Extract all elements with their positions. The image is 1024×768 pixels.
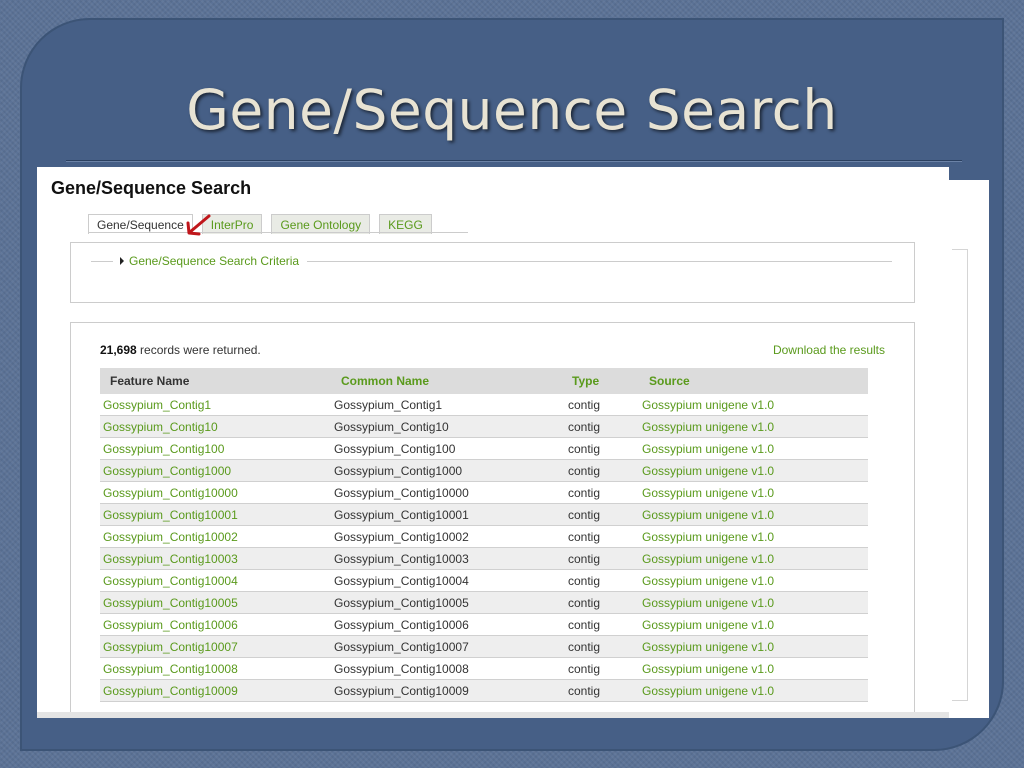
type-cell: contig [562, 415, 639, 438]
criteria-divider-left [91, 261, 113, 262]
type-cell: contig [562, 394, 639, 416]
common-name-cell: Gossypium_Contig1000 [331, 459, 562, 482]
source-link[interactable]: Gossypium unigene v1.0 [639, 591, 868, 614]
type-cell: contig [562, 547, 639, 570]
common-name-cell: Gossypium_Contig10002 [331, 525, 562, 548]
search-criteria-panel: Gene/Sequence Search Criteria [70, 242, 915, 303]
feature-name-link[interactable]: Gossypium_Contig10007 [100, 635, 331, 658]
common-name-cell: Gossypium_Contig10007 [331, 635, 562, 658]
common-name-cell: Gossypium_Contig100 [331, 437, 562, 460]
type-cell: contig [562, 525, 639, 548]
feature-name-link[interactable]: Gossypium_Contig10002 [100, 525, 331, 548]
table-header-row: Feature Name Common Name Type Source [100, 368, 868, 394]
feature-name-link[interactable]: Gossypium_Contig10006 [100, 613, 331, 636]
source-link[interactable]: Gossypium unigene v1.0 [639, 657, 868, 680]
page-heading: Gene/Sequence Search [51, 178, 252, 198]
search-tabs: Gene/Sequence InterPro Gene Ontology KEG… [88, 214, 441, 234]
tabs-divider [88, 232, 468, 233]
source-link[interactable]: Gossypium unigene v1.0 [639, 459, 868, 482]
table-row[interactable]: Gossypium_Contig10001 Gossypium_Contig100… [100, 503, 868, 526]
tab-gene-ontology[interactable]: Gene Ontology [271, 214, 371, 234]
table-row[interactable]: Gossypium_Contig10000 Gossypium_Contig100… [100, 481, 868, 504]
column-header-feature-name[interactable]: Feature Name [100, 368, 331, 394]
type-cell: contig [562, 657, 639, 680]
type-cell: contig [562, 459, 639, 482]
common-name-cell: Gossypium_Contig1 [331, 394, 562, 416]
feature-name-link[interactable]: Gossypium_Contig100 [100, 437, 331, 460]
results-panel: 21,698 records were returned. Download t… [70, 322, 915, 718]
type-cell: contig [562, 503, 639, 526]
column-header-source[interactable]: Source [639, 368, 868, 394]
records-count: 21,698 [100, 343, 137, 357]
table-row[interactable]: Gossypium_Contig100 Gossypium_Contig100 co… [100, 437, 868, 460]
table-row[interactable]: Gossypium_Contig10 Gossypium_Contig10 cont… [100, 415, 868, 438]
common-name-cell: Gossypium_Contig10008 [331, 657, 562, 680]
type-cell: contig [562, 569, 639, 592]
common-name-cell: Gossypium_Contig10000 [331, 481, 562, 504]
column-header-common-name[interactable]: Common Name [331, 368, 562, 394]
source-link[interactable]: Gossypium unigene v1.0 [639, 525, 868, 548]
title-divider [66, 160, 962, 161]
type-cell: contig [562, 613, 639, 636]
table-row[interactable]: Gossypium_Contig10009 Gossypium_Contig100… [100, 679, 868, 702]
feature-name-link[interactable]: Gossypium_Contig10000 [100, 481, 331, 504]
feature-name-link[interactable]: Gossypium_Contig10001 [100, 503, 331, 526]
table-row[interactable]: Gossypium_Contig10006 Gossypium_Contig100… [100, 613, 868, 636]
records-summary: 21,698 records were returned. [100, 343, 261, 357]
feature-name-link[interactable]: Gossypium_Contig1 [100, 394, 331, 416]
table-row[interactable]: Gossypium_Contig10003 Gossypium_Contig100… [100, 547, 868, 570]
red-arrow-icon [186, 214, 211, 236]
download-results-link[interactable]: Download the results [773, 343, 885, 357]
table-row[interactable]: Gossypium_Contig10008 Gossypium_Contig100… [100, 657, 868, 680]
screenshot-shadow-border [952, 249, 968, 701]
table-row[interactable]: Gossypium_Contig10005 Gossypium_Contig100… [100, 591, 868, 614]
common-name-cell: Gossypium_Contig10001 [331, 503, 562, 526]
source-link[interactable]: Gossypium unigene v1.0 [639, 415, 868, 438]
source-link[interactable]: Gossypium unigene v1.0 [639, 547, 868, 570]
feature-name-link[interactable]: Gossypium_Contig10009 [100, 679, 331, 702]
common-name-cell: Gossypium_Contig10003 [331, 547, 562, 570]
type-cell: contig [562, 679, 639, 702]
source-link[interactable]: Gossypium unigene v1.0 [639, 437, 868, 460]
common-name-cell: Gossypium_Contig10004 [331, 569, 562, 592]
source-link[interactable]: Gossypium unigene v1.0 [639, 613, 868, 636]
feature-name-link[interactable]: Gossypium_Contig10005 [100, 591, 331, 614]
type-cell: contig [562, 437, 639, 460]
feature-name-link[interactable]: Gossypium_Contig10008 [100, 657, 331, 680]
feature-name-link[interactable]: Gossypium_Contig10 [100, 415, 331, 438]
source-link[interactable]: Gossypium unigene v1.0 [639, 481, 868, 504]
source-link[interactable]: Gossypium unigene v1.0 [639, 679, 868, 702]
feature-name-link[interactable]: Gossypium_Contig10004 [100, 569, 331, 592]
tab-gene-sequence[interactable]: Gene/Sequence [88, 214, 193, 234]
common-name-cell: Gossypium_Contig10006 [331, 613, 562, 636]
criteria-toggle-link[interactable]: Gene/Sequence Search Criteria [129, 254, 299, 268]
table-row[interactable]: Gossypium_Contig1000 Gossypium_Contig1000… [100, 459, 868, 482]
slide-title: Gene/Sequence Search [186, 78, 838, 142]
table-row[interactable]: Gossypium_Contig10007 Gossypium_Contig100… [100, 635, 868, 658]
common-name-cell: Gossypium_Contig10005 [331, 591, 562, 614]
type-cell: contig [562, 635, 639, 658]
table-row[interactable]: Gossypium_Contig1 Gossypium_Contig1 contig… [100, 394, 868, 416]
source-link[interactable]: Gossypium unigene v1.0 [639, 635, 868, 658]
table-row[interactable]: Gossypium_Contig10002 Gossypium_Contig100… [100, 525, 868, 548]
results-table-body: Gossypium_Contig1 Gossypium_Contig1 contig… [100, 394, 868, 702]
embedded-screenshot: Gene/Sequence Search Gene/Sequence Inter… [37, 167, 949, 718]
results-table: Feature Name Common Name Type Source Gos… [100, 368, 868, 702]
common-name-cell: Gossypium_Contig10009 [331, 679, 562, 702]
source-link[interactable]: Gossypium unigene v1.0 [639, 569, 868, 592]
feature-name-link[interactable]: Gossypium_Contig10003 [100, 547, 331, 570]
type-cell: contig [562, 591, 639, 614]
feature-name-link[interactable]: Gossypium_Contig1000 [100, 459, 331, 482]
triangle-right-icon[interactable] [120, 257, 124, 265]
common-name-cell: Gossypium_Contig10 [331, 415, 562, 438]
type-cell: contig [562, 481, 639, 504]
source-link[interactable]: Gossypium unigene v1.0 [639, 394, 868, 416]
source-link[interactable]: Gossypium unigene v1.0 [639, 503, 868, 526]
records-suffix: records were returned. [136, 343, 261, 357]
column-header-type[interactable]: Type [562, 368, 639, 394]
tab-kegg[interactable]: KEGG [379, 214, 432, 234]
bottom-scroll-strip [37, 712, 949, 718]
criteria-divider-right [307, 261, 892, 262]
table-row[interactable]: Gossypium_Contig10004 Gossypium_Contig100… [100, 569, 868, 592]
